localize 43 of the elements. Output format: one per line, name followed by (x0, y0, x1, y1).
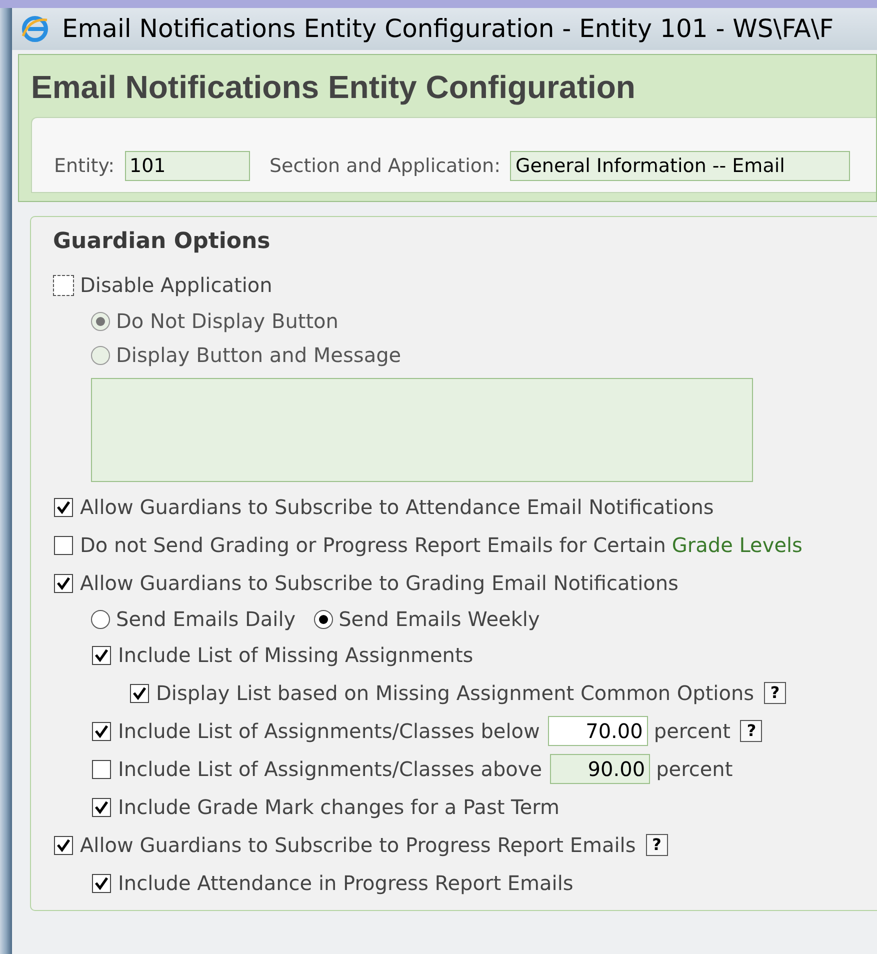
radio-button[interactable] (314, 610, 333, 628)
section-label: Section and Application: (270, 154, 500, 179)
option-label: Include Grade Mark changes for a Past Term (118, 794, 560, 821)
entity-label: Entity: (54, 154, 114, 179)
option-label: Include List of Assignments/Classes below (118, 718, 540, 745)
option-label: Include List of Assignments/Classes above (118, 756, 542, 783)
checkbox[interactable] (54, 574, 73, 592)
checkbox[interactable] (92, 722, 111, 740)
browser-logo-icon (20, 14, 50, 44)
window-title: Email Notifications Entity Configuration - Entity 101 - WS\FA\F (62, 13, 834, 46)
checkbox[interactable] (92, 760, 111, 778)
option-label: Include List of Missing Assignments (118, 642, 474, 669)
option-label: Allow Guardians to Subscribe to Attendance Email Notifications (80, 494, 714, 521)
checkbox[interactable] (54, 276, 73, 294)
grade-levels-link[interactable]: Grade Levels (672, 530, 802, 560)
unit-label: percent (654, 718, 730, 745)
entity-field[interactable]: 101 (124, 151, 250, 181)
option-label: Disable Application (80, 272, 272, 299)
option-label: Do not Send Grading or Progress Report Emails for Certain (80, 532, 666, 559)
radio-button[interactable] (91, 610, 110, 628)
option-label: Do Not Display Button (116, 308, 338, 335)
option-label: Include Attendance in Progress Report Emails (118, 870, 574, 897)
checkbox[interactable] (92, 874, 111, 892)
checkbox[interactable] (92, 798, 111, 816)
checkbox[interactable] (54, 536, 73, 554)
percent-field[interactable]: 70.00 (548, 716, 648, 746)
option-label: Display List based on Missing Assignment Common Options (156, 680, 754, 707)
checkbox[interactable] (92, 646, 111, 664)
help-button[interactable]: ? (646, 834, 668, 856)
help-button[interactable]: ? (740, 720, 762, 742)
option-label: Allow Guardians to Subscribe to Grading Email Notifications (80, 570, 678, 597)
unit-label: percent (656, 756, 733, 783)
help-button[interactable]: ? (764, 682, 786, 704)
checkbox[interactable] (54, 498, 73, 516)
option-label: Allow Guardians to Subscribe to Progress Report Emails (80, 832, 636, 859)
option-label: Display Button and Message (116, 342, 402, 369)
checkbox[interactable] (54, 836, 73, 854)
section-field[interactable]: General Information -- Email (510, 151, 850, 181)
checkbox[interactable] (130, 684, 149, 702)
option-label: Send Emails Daily (116, 606, 296, 633)
option-label: Send Emails Weekly (338, 606, 540, 633)
section-heading: Guardian Options (53, 228, 270, 256)
page-title: Email Notifications Entity Configuration (30, 68, 636, 107)
